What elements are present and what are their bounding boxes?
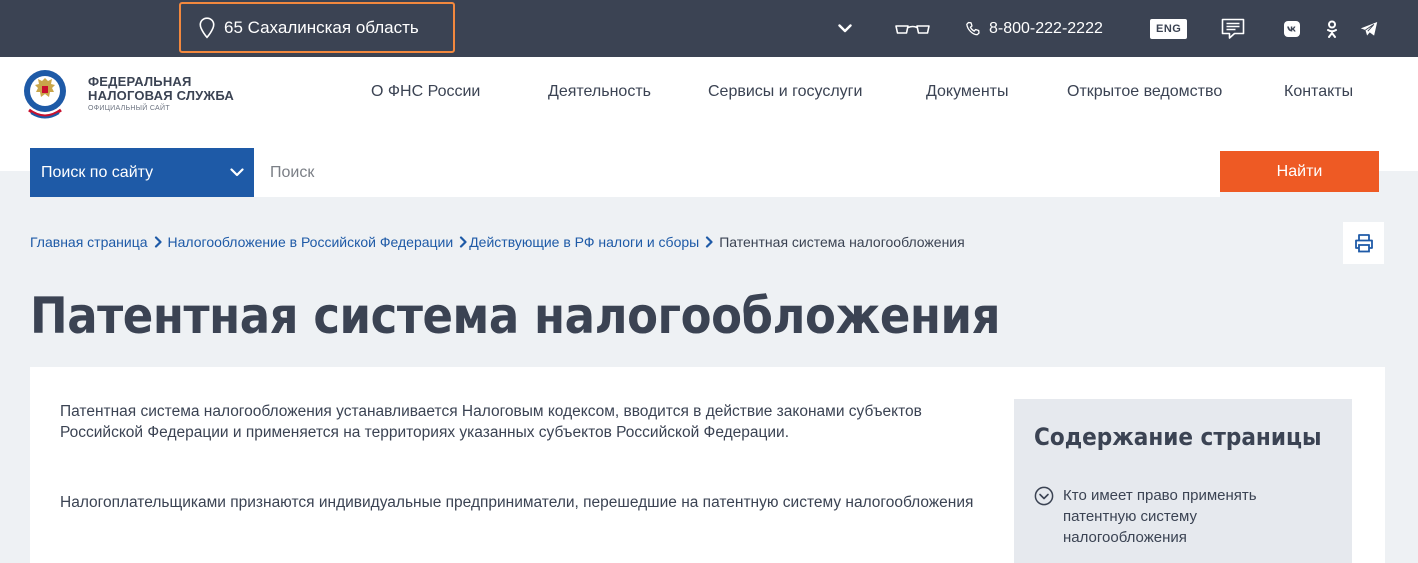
region-label: 65 Сахалинская область	[224, 17, 419, 37]
toc-item-label: Кто имеет право применять патентную сист…	[1063, 487, 1257, 546]
content-card: Патентная система налогообложения устана…	[30, 367, 1385, 563]
site-logo[interactable]: ФЕДЕРАЛЬНАЯ НАЛОГОВАЯ СЛУЖБА ОФИЦИАЛЬНЫЙ…	[21, 65, 234, 121]
glasses-icon	[895, 24, 930, 34]
chevron-right-icon	[154, 236, 162, 248]
toc-title: Содержание страницы	[1034, 423, 1322, 451]
taxpayers-paragraph: Налогоплательщиками признаются индивидуа…	[60, 494, 974, 511]
search-scope-select[interactable]: Поиск по сайту	[30, 148, 254, 197]
breadcrumb-current: Патентная система налогообложения	[719, 234, 965, 250]
logo-line-3: ОФИЦИАЛЬНЫЙ САЙТ	[88, 104, 170, 112]
odnoklassniki-link[interactable]	[1326, 0, 1338, 57]
print-button[interactable]	[1343, 222, 1384, 264]
search-input[interactable]	[254, 148, 1220, 197]
phone-number: 8-800-222-2222	[989, 19, 1103, 37]
vk-link[interactable]	[1284, 0, 1300, 57]
accessibility-glasses-button[interactable]	[893, 0, 933, 57]
hotline-phone[interactable]: 8-800-222-2222	[965, 0, 1103, 57]
telegram-link[interactable]	[1360, 0, 1378, 57]
odnoklassniki-icon	[1327, 20, 1337, 38]
chevron-right-icon	[460, 236, 467, 248]
location-pin-icon	[199, 16, 215, 39]
telegram-icon	[1360, 21, 1378, 36]
nav-item-activity[interactable]: Деятельность	[548, 57, 651, 126]
english-language-button[interactable]: ENG	[1150, 0, 1188, 57]
top-bar: 65 Сахалинская область 8-800-222-2222 EN…	[0, 0, 1418, 57]
logo-line-1: ФЕДЕРАЛЬНАЯ	[88, 73, 192, 89]
intro-paragraph: Патентная система налогообложения устана…	[60, 403, 922, 441]
region-selector[interactable]: 65 Сахалинская область	[179, 2, 455, 53]
nav-item-services[interactable]: Сервисы и госуслуги	[708, 57, 862, 126]
nav-item-contacts[interactable]: Контакты	[1284, 57, 1353, 126]
chevron-right-icon	[706, 236, 713, 248]
eng-label: ENG	[1150, 18, 1188, 39]
toc-item[interactable]: Кто имеет право применять патентную сист…	[1034, 485, 1334, 548]
breadcrumb-home[interactable]: Главная страница	[30, 234, 148, 250]
circle-chevron-down-icon	[1034, 486, 1054, 506]
vk-icon	[1284, 20, 1300, 37]
dropdown-toggle[interactable]	[838, 0, 852, 57]
nav-item-about[interactable]: О ФНС России	[371, 57, 480, 126]
chevron-down-icon	[838, 24, 852, 33]
breadcrumb-taxation[interactable]: Налогообложение в Российской Федерации	[168, 234, 454, 250]
printer-icon	[1354, 234, 1373, 253]
nav-item-open-agency[interactable]: Открытое ведомство	[1067, 57, 1222, 126]
feedback-button[interactable]	[1221, 0, 1245, 57]
phone-icon	[966, 21, 980, 35]
logo-text: ФЕДЕРАЛЬНАЯ НАЛОГОВАЯ СЛУЖБА ОФИЦИАЛЬНЫЙ…	[88, 75, 234, 112]
site-header: ФЕДЕРАЛЬНАЯ НАЛОГОВАЯ СЛУЖБА ОФИЦИАЛЬНЫЙ…	[0, 57, 1418, 126]
table-of-contents: Содержание страницы Кто имеет право прим…	[1014, 399, 1352, 563]
search-scope-label: Поиск по сайту	[41, 163, 154, 181]
chevron-down-icon	[230, 168, 244, 177]
fns-emblem-icon	[24, 70, 66, 119]
page-title: Патентная система налогообложения	[30, 287, 1001, 345]
chat-feedback-icon	[1221, 18, 1245, 39]
nav-item-documents[interactable]: Документы	[926, 57, 1008, 126]
breadcrumb: Главная страница Налогообложение в Росси…	[30, 234, 965, 250]
breadcrumb-taxes-fees[interactable]: Действующие в РФ налоги и сборы	[469, 234, 699, 250]
logo-line-2: НАЛОГОВАЯ СЛУЖБА	[88, 87, 235, 103]
search-submit-button[interactable]: Найти	[1220, 151, 1379, 192]
